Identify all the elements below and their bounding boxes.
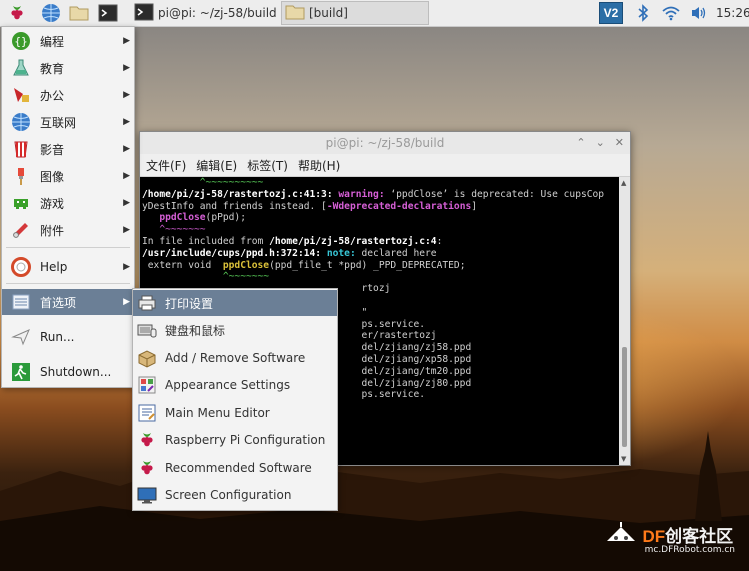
browser-icon[interactable] bbox=[40, 2, 62, 24]
dfrobot-watermark: DF创客社区 mc.DFRobot.com.cn bbox=[603, 519, 735, 555]
menu-tabs[interactable]: 标签(T) bbox=[247, 157, 288, 174]
menu-separator bbox=[6, 283, 130, 284]
package-icon bbox=[136, 347, 158, 369]
minimize-icon[interactable]: ⌄ bbox=[596, 132, 605, 154]
terminal-scrollbar[interactable]: ▲ ▼ bbox=[619, 177, 630, 465]
chevron-right-icon: ▶ bbox=[123, 198, 130, 208]
chevron-right-icon: ▶ bbox=[123, 225, 130, 235]
submenu-item-screen-configuration[interactable]: Screen Configuration bbox=[133, 482, 337, 508]
menu-item-games[interactable]: 游戏 ▶ bbox=[2, 190, 134, 216]
chevron-up-icon[interactable]: ⌃ bbox=[576, 132, 585, 154]
vnc-tray[interactable]: V2 bbox=[598, 0, 624, 26]
menu-item-preferences[interactable]: 首选项 ▶ bbox=[2, 289, 134, 315]
raspberry-menu-icon[interactable] bbox=[6, 2, 28, 24]
chevron-right-icon: ▶ bbox=[123, 297, 130, 307]
folder-icon bbox=[285, 4, 305, 23]
terminal-titlebar[interactable]: pi@pi: ~/zj-58/build ⌃ ⌄ ✕ bbox=[140, 132, 630, 154]
menu-item-programming[interactable]: {} 编程 ▶ bbox=[2, 28, 134, 54]
submenu-item-appearance-settings[interactable]: Appearance Settings bbox=[133, 372, 337, 398]
appearance-icon bbox=[136, 374, 158, 396]
terminal-line: ppdClose(pPpd); bbox=[159, 212, 246, 224]
menu-separator bbox=[6, 247, 130, 248]
raspberry-icon bbox=[136, 429, 158, 451]
menu-file[interactable]: 文件(F) bbox=[146, 157, 186, 174]
bluetooth-icon[interactable] bbox=[632, 0, 654, 26]
preferences-icon bbox=[10, 291, 32, 313]
office-icon bbox=[10, 84, 32, 106]
games-icon bbox=[10, 192, 32, 214]
chevron-right-icon: ▶ bbox=[123, 262, 130, 272]
terminal-line: ^~~~~~~~ bbox=[142, 271, 270, 283]
task-file-manager[interactable]: [build] bbox=[281, 1, 429, 25]
robot-logo-icon bbox=[603, 519, 639, 549]
scroll-up-icon[interactable]: ▲ bbox=[621, 179, 626, 187]
submenu-item-raspberry-pi-configuration[interactable]: Raspberry Pi Configuration bbox=[133, 427, 337, 453]
terminal-line: ^~~~~~~~~~~ bbox=[142, 177, 264, 188]
menu-item-internet[interactable]: 互联网 ▶ bbox=[2, 109, 134, 135]
chevron-right-icon: ▶ bbox=[123, 36, 130, 46]
terminal-menubar: 文件(F) 编辑(E) 标签(T) 帮助(H) bbox=[140, 154, 630, 177]
terminal-line: /home/pi/zj-58/rastertozj.c:41:3: warnin… bbox=[142, 188, 605, 200]
file-manager-icon[interactable] bbox=[68, 2, 90, 24]
top-taskbar: pi@pi: ~/zj-58/build [build] V2 15:26 bbox=[0, 0, 749, 27]
help-icon bbox=[10, 256, 32, 278]
scrollbar-thumb[interactable] bbox=[622, 347, 627, 447]
terminal-launcher-icon[interactable] bbox=[97, 2, 119, 24]
scroll-down-icon[interactable]: ▼ bbox=[621, 455, 626, 463]
chevron-right-icon: ▶ bbox=[123, 63, 130, 73]
svg-text:{}: {} bbox=[14, 35, 27, 48]
menu-item-sound-video[interactable]: 影音 ▶ bbox=[2, 136, 134, 162]
submenu-item-keyboard-mouse[interactable]: 键盘和鼠标 bbox=[133, 317, 337, 343]
submenu-item-main-menu-editor[interactable]: Main Menu Editor bbox=[133, 400, 337, 426]
menu-item-run[interactable]: Run... bbox=[2, 324, 134, 350]
task-label: pi@pi: ~/zj-58/build bbox=[158, 6, 277, 20]
education-icon bbox=[10, 57, 32, 79]
terminal-line: yDestInfo and friends instead. [-Wdeprec… bbox=[142, 200, 478, 212]
monitor-icon bbox=[136, 484, 158, 506]
submenu-item-print-settings[interactable]: 打印设置 bbox=[133, 290, 337, 316]
menu-item-graphics[interactable]: 图像 ▶ bbox=[2, 163, 134, 189]
task-label: [build] bbox=[309, 6, 348, 20]
terminal-icon bbox=[134, 3, 154, 24]
terminal-line: /usr/include/cups/ppd.h:372:14: note: de… bbox=[142, 247, 437, 259]
clock[interactable]: 15:26 bbox=[716, 0, 749, 26]
menu-edit[interactable]: 编辑(E) bbox=[196, 157, 237, 174]
chevron-right-icon: ▶ bbox=[123, 171, 130, 181]
terminal-line: extern void ppdClose(ppd_file_t *ppd) _P… bbox=[142, 259, 466, 271]
graphics-icon bbox=[10, 165, 32, 187]
chevron-right-icon: ▶ bbox=[123, 144, 130, 154]
terminal-title: pi@pi: ~/zj-58/build bbox=[325, 136, 445, 150]
printer-icon bbox=[136, 292, 158, 314]
submenu-item-recommended-software[interactable]: Recommended Software bbox=[133, 455, 337, 481]
preferences-submenu: 打印设置 键盘和鼠标 Add / Remove Software Appeara… bbox=[132, 288, 338, 511]
submenu-item-add-remove-software[interactable]: Add / Remove Software bbox=[133, 345, 337, 371]
terminal-line: ^~~~~~~~ bbox=[142, 224, 206, 236]
close-icon[interactable]: ✕ bbox=[615, 132, 624, 154]
internet-icon bbox=[10, 111, 32, 133]
volume-icon[interactable] bbox=[688, 0, 710, 26]
keyboard-mouse-icon bbox=[136, 319, 158, 341]
menu-item-shutdown[interactable]: Shutdown... bbox=[2, 359, 134, 385]
menu-editor-icon bbox=[136, 402, 158, 424]
task-terminal[interactable]: pi@pi: ~/zj-58/build bbox=[131, 1, 282, 25]
run-icon bbox=[10, 326, 32, 348]
main-menu: {} 编程 ▶ 教育 ▶ 办公 ▶ 互联网 ▶ 影音 ▶ 图像 ▶ 游戏 ▶ 附件 ▶ Help… bbox=[1, 26, 135, 388]
menu-item-accessories[interactable]: 附件 ▶ bbox=[2, 217, 134, 243]
menu-item-office[interactable]: 办公 ▶ bbox=[2, 82, 134, 108]
menu-item-help[interactable]: Help ▶ bbox=[2, 254, 134, 280]
raspberry-icon bbox=[136, 457, 158, 479]
programming-icon: {} bbox=[10, 30, 32, 52]
sound-video-icon bbox=[10, 138, 32, 160]
chevron-right-icon: ▶ bbox=[123, 117, 130, 127]
accessories-icon bbox=[10, 219, 32, 241]
menu-help[interactable]: 帮助(H) bbox=[298, 157, 340, 174]
terminal-line: In file included from /home/pi/zj-58/ras… bbox=[142, 235, 443, 247]
wifi-icon[interactable] bbox=[658, 0, 684, 26]
vnc-icon: V2 bbox=[599, 2, 623, 24]
shutdown-icon bbox=[10, 361, 32, 383]
menu-item-education[interactable]: 教育 ▶ bbox=[2, 55, 134, 81]
chevron-right-icon: ▶ bbox=[123, 90, 130, 100]
